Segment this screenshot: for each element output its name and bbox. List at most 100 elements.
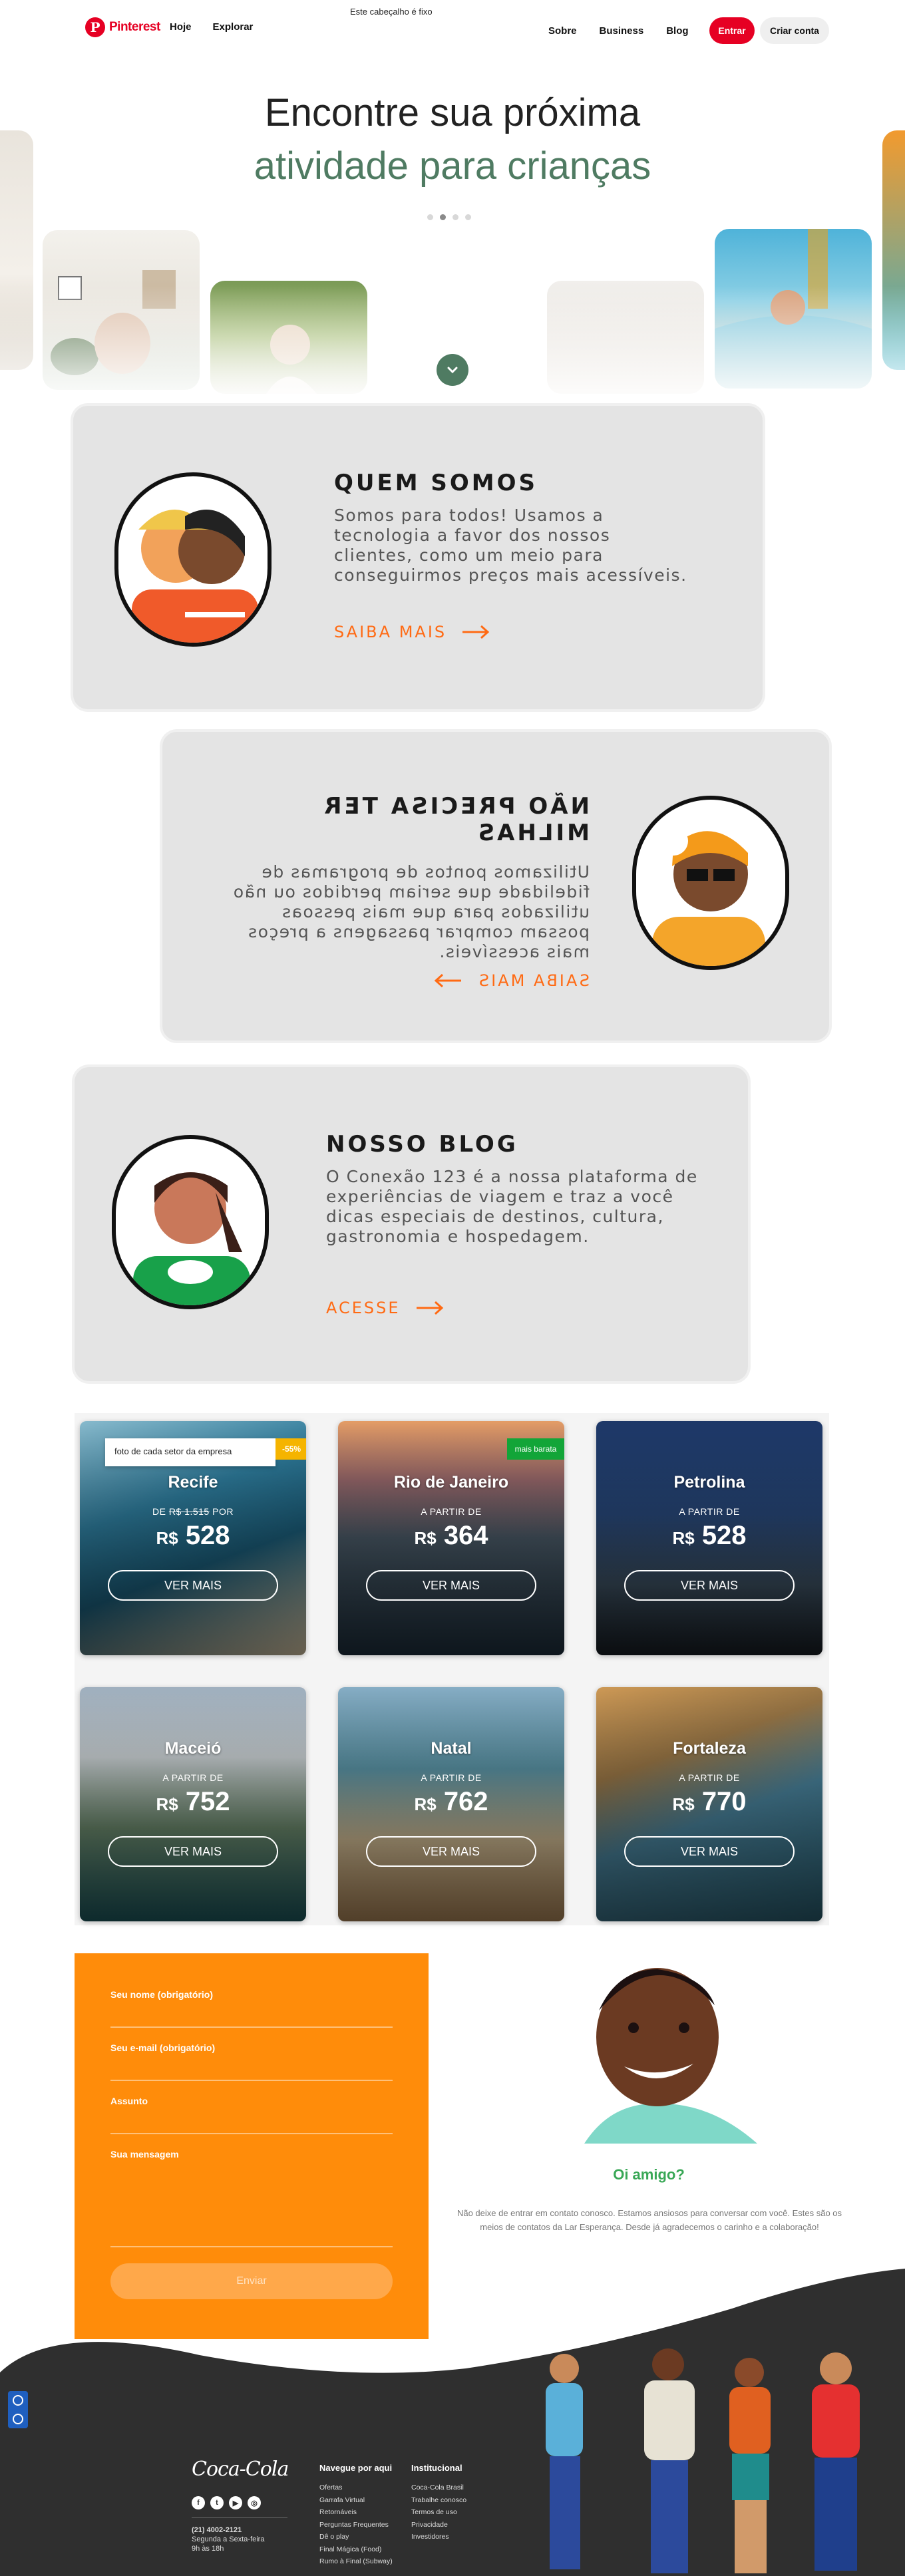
pinterest-logo[interactable]: P Pinterest: [85, 17, 160, 37]
old-price-suffix: POR: [212, 1506, 234, 1517]
milhas-link-label: SAIBA MAIS: [476, 971, 590, 990]
destination-city: Fortaleza: [673, 1739, 746, 1758]
footer-nav-list: Ofertas Garrafa Virtual Retornáveis Perg…: [319, 2482, 393, 2568]
subject-field-label[interactable]: Assunto: [110, 2096, 148, 2106]
scroll-down-button[interactable]: [437, 354, 468, 386]
facebook-icon[interactable]: f: [192, 2496, 205, 2509]
destination-card-recife[interactable]: foto de cada setor da empresa -55% Recif…: [80, 1421, 306, 1655]
destination-card-petrolina[interactable]: Petrolina A PARTIR DE R$ 528 VER MAIS: [596, 1421, 822, 1655]
login-button[interactable]: Entrar: [709, 17, 755, 44]
footer-nav-title: Navegue por aqui: [319, 2463, 393, 2473]
footer-brand-logo[interactable]: Coca-Cola: [192, 2458, 289, 2481]
footer-link[interactable]: Termos de uso: [411, 2506, 466, 2519]
hero-title-line-1: Encontre sua próxima: [264, 91, 641, 134]
greeting-text: Não deixe de entrar em contato conosco. …: [456, 2208, 842, 2232]
ver-mais-button[interactable]: VER MAIS: [624, 1836, 795, 1867]
quem-somos-card: QUEM SOMOS Somos para todos! Usamos a te…: [73, 406, 763, 709]
nav-sobre[interactable]: Sobre: [548, 25, 577, 37]
twitter-icon[interactable]: t: [210, 2496, 224, 2509]
accessibility-icon[interactable]: [13, 2395, 23, 2406]
signup-button[interactable]: Criar conta: [760, 17, 829, 44]
quem-somos-link-label: SAIBA MAIS: [334, 623, 447, 641]
footer-link[interactable]: Rumo à Final (Subway): [319, 2555, 393, 2568]
old-price: R$ 1.515: [168, 1506, 210, 1517]
price-value: 364: [443, 1521, 488, 1550]
carousel-dot[interactable]: [452, 214, 458, 220]
footer-link[interactable]: Garrafa Virtual: [319, 2494, 393, 2507]
nav-hoje[interactable]: Hoje: [170, 21, 192, 33]
destination-city: Rio de Janeiro: [393, 1473, 509, 1492]
footer-divider: [192, 2517, 287, 2518]
nosso-blog-link-label: ACESSE: [326, 1299, 401, 1317]
nosso-blog-card: NOSSO BLOG O Conexão 123 é a nossa plata…: [75, 1067, 748, 1381]
destination-card-natal[interactable]: Natal A PARTIR DE R$ 762 VER MAIS: [338, 1687, 564, 1921]
footer-link[interactable]: Perguntas Frequentes: [319, 2519, 393, 2531]
instagram-icon[interactable]: ◎: [248, 2496, 261, 2509]
footer-link[interactable]: Privacidade: [411, 2519, 466, 2531]
arrow-right-icon: [416, 1301, 443, 1315]
footer-institutional-title: Institucional: [411, 2463, 462, 2473]
top-header: Este cabeçalho é fixo P Pinterest Hoje E…: [0, 0, 905, 60]
footer-link[interactable]: Ofertas: [319, 2482, 393, 2494]
footer-link[interactable]: Investidores: [411, 2531, 466, 2543]
footer-link[interactable]: Trabalhe conosco: [411, 2494, 466, 2507]
quem-somos-text: Somos para todos! Usamos a tecnologia a …: [334, 506, 687, 585]
milhas-link[interactable]: SAIBA MAIS: [433, 971, 590, 990]
destination-price: R$ 770: [596, 1787, 822, 1817]
from-label: A PARTIR DE: [162, 1772, 224, 1783]
footer-link[interactable]: Final Mágica (Food): [319, 2543, 393, 2556]
nosso-blog-link[interactable]: ACESSE: [326, 1299, 445, 1317]
ver-mais-button[interactable]: VER MAIS: [108, 1570, 278, 1601]
destinations-grid: foto de cada setor da empresa -55% Recif…: [75, 1413, 829, 1925]
ver-mais-button[interactable]: VER MAIS: [366, 1570, 536, 1601]
ver-mais-button[interactable]: VER MAIS: [366, 1836, 536, 1867]
chevron-down-icon: [447, 367, 458, 374]
milhas-card: NÃO PRECISA TER MILHAS Utilizamos pontos…: [162, 732, 829, 1041]
carousel-dots: [427, 214, 471, 220]
footer-institutional-list: Coca-Cola Brasil Trabalhe conosco Termos…: [411, 2482, 466, 2543]
arrow-right-icon: [434, 973, 461, 988]
footer-link[interactable]: Coca-Cola Brasil: [411, 2482, 466, 2494]
ver-mais-button[interactable]: VER MAIS: [108, 1836, 278, 1867]
accessibility-widget[interactable]: [8, 2391, 28, 2428]
message-field-label[interactable]: Sua mensagem: [110, 2149, 179, 2160]
destination-card-fortaleza[interactable]: Fortaleza A PARTIR DE R$ 770 VER MAIS: [596, 1687, 822, 1921]
from-label: A PARTIR DE: [421, 1506, 482, 1517]
from-label: A PARTIR DE: [421, 1772, 482, 1783]
nav-explorar[interactable]: Explorar: [213, 21, 254, 33]
from-label: A PARTIR DE: [679, 1506, 740, 1517]
footer-link[interactable]: Dê o play: [319, 2531, 393, 2543]
arrow-right-icon: [462, 625, 490, 639]
carousel-dot[interactable]: [427, 214, 433, 220]
eye-icon[interactable]: [13, 2414, 23, 2424]
price-value: 770: [701, 1787, 747, 1816]
nav-blog[interactable]: Blog: [666, 25, 688, 37]
destination-city: Petrolina: [673, 1473, 745, 1492]
destination-price: R$ 752: [80, 1787, 306, 1817]
message-field[interactable]: [110, 2246, 393, 2247]
footer-link[interactable]: Retornáveis: [319, 2506, 393, 2519]
carousel-dot-active[interactable]: [440, 214, 446, 220]
old-price-prefix: DE: [152, 1506, 166, 1517]
footer-phone: (21) 4002-2121: [192, 2526, 242, 2534]
email-field-label[interactable]: Seu e-mail (obrigatório): [110, 2042, 215, 2053]
email-field[interactable]: [110, 2080, 393, 2081]
destination-price: R$ 528: [80, 1521, 306, 1551]
name-field-label[interactable]: Seu nome (obrigatório): [110, 1989, 213, 2000]
destination-city: Natal: [431, 1739, 472, 1758]
destination-card-rio[interactable]: mais barata Rio de Janeiro A PARTIR DE R…: [338, 1421, 564, 1655]
fixed-header-note: Este cabeçalho é fixo: [350, 7, 433, 17]
footer-hours-time: 9h às 18h: [192, 2545, 224, 2553]
hero-title-line-2: atividade para crianças: [254, 144, 651, 188]
price-value: 752: [185, 1787, 230, 1816]
destination-price: R$ 762: [338, 1787, 564, 1817]
quem-somos-link[interactable]: SAIBA MAIS: [334, 623, 490, 641]
carousel-dot[interactable]: [465, 214, 471, 220]
subject-field[interactable]: [110, 2133, 393, 2134]
greeting-title: Oi amigo?: [613, 2166, 685, 2183]
destination-card-maceio[interactable]: Maceió A PARTIR DE R$ 752 VER MAIS: [80, 1687, 306, 1921]
name-field[interactable]: [110, 2026, 393, 2028]
youtube-icon[interactable]: ▶: [229, 2496, 242, 2509]
ver-mais-button[interactable]: VER MAIS: [624, 1570, 795, 1601]
nav-business[interactable]: Business: [600, 25, 644, 37]
